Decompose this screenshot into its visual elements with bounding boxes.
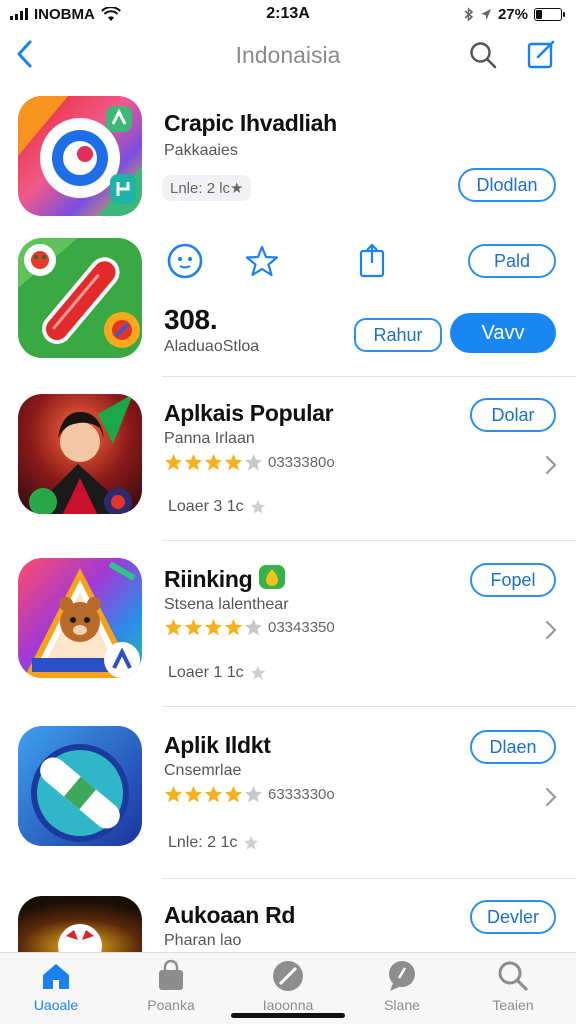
app-title: Aplkais Popular [164,400,334,426]
battery-percent: 27% [497,5,528,23]
app-meta: Lnle: 2 1c [168,834,259,852]
tab-home[interactable]: Uaoale [1,959,111,1013]
bag-icon [159,959,183,990]
app-title: Riinking [164,566,253,592]
app-icon-popular[interactable] [18,394,142,514]
featured-app-chip: Lnle: 2 lc★ [162,175,252,201]
app-meta: Loaer 3 1c [168,498,266,516]
promo-rahur-button[interactable]: Rahur [354,318,442,352]
star-empty-icon [244,785,263,803]
tab-location[interactable]: Slane [347,959,457,1013]
star-icon[interactable] [244,243,280,279]
star-filled-icon [224,453,243,471]
rating-stars: 03343350 [164,618,335,637]
divider [162,376,576,377]
promo-paid-button[interactable]: Pald [468,244,556,278]
star-filled-icon [224,618,243,636]
star-filled-icon [224,785,243,803]
signal-icon [10,8,28,20]
home-indicator [231,1013,345,1018]
nav-bar: Indonaisia [0,30,576,78]
tab-label: Uaoale [33,997,79,1013]
status-bar: INOBMA 2:13A 27% [0,0,576,28]
star-filled-icon [204,785,223,803]
featured-app-subtitle: Pakkaaies [164,142,238,159]
app-icon-ranking[interactable] [18,558,142,678]
app-meta-text: Loaer 3 1c [168,498,244,515]
divider [162,706,576,707]
rating-count: 0333380o [268,454,335,471]
promo-subtitle: AladuaoStloa [164,338,260,355]
featured-get-button[interactable]: Dlodlan [458,168,556,202]
compose-icon[interactable] [526,38,558,70]
promo-price: 308. [164,304,218,335]
tab-label: Poanka [147,997,195,1013]
carrier-label: INOBMA [34,5,95,23]
divider [162,540,576,541]
app-icon-aplik[interactable] [18,726,142,846]
location-icon [389,961,415,991]
compass-icon [273,961,303,991]
app-icon-promo[interactable] [18,238,142,358]
search-icon[interactable] [468,40,498,70]
star-filled-icon [164,618,183,636]
featured-app-title: Crapic Ihvadliah [164,110,337,136]
rating-count: 6333330o [268,786,335,803]
app-get-button[interactable]: Devler [470,900,556,934]
wifi-icon [100,6,121,21]
app-get-button[interactable]: Fopel [470,563,556,597]
tab-label: Iaoonna [262,997,314,1013]
share-icon[interactable] [356,243,388,279]
bluetooth-icon [464,6,474,22]
app-icon-aukoaan[interactable] [18,896,142,952]
drop-badge-icon [259,565,285,589]
star-icon [250,499,265,514]
app-subtitle: Stsena lalenthear [164,596,289,613]
app-subtitle: Pharan lao [164,932,242,949]
app-subtitle: Panna Irlaan [164,430,255,447]
chevron-right-icon[interactable] [544,454,558,476]
tab-bar: Uaoale Poanka Iaoonna Slane Teaien [0,952,576,1024]
status-time: 2:13A [266,5,310,22]
battery-icon [534,7,565,21]
star-empty-icon [244,453,263,471]
star-filled-icon [204,618,223,636]
app-title: Aplik Ildkt [164,732,271,758]
star-icon [250,665,265,680]
home-icon [43,964,69,989]
star-filled-icon [204,453,223,471]
tab-search[interactable]: Teaien [458,959,568,1013]
app-icon-featured[interactable] [18,96,142,216]
chevron-right-icon[interactable] [544,786,558,808]
app-get-button[interactable]: Dolar [470,398,556,432]
divider [162,878,576,879]
star-filled-icon [184,618,203,636]
status-right: 27% [464,5,565,23]
star-icon [244,835,259,850]
rating-stars: 6333330o [164,785,335,804]
app-get-button[interactable]: Dlaen [470,730,556,764]
tab-label: Slane [384,997,420,1013]
app-meta-text: Lnle: 2 1c [168,834,238,851]
app-title: Aukoaan Rd [164,902,296,928]
rating-stars: 0333380o [164,453,335,472]
app-meta-text: Loaer 1 1c [168,664,244,681]
tab-compass[interactable]: Iaoonna [233,959,343,1013]
tab-label: Teaien [492,997,534,1013]
search-icon [498,961,528,991]
smile-icon[interactable] [166,242,204,280]
chevron-right-icon[interactable] [544,619,558,641]
rating-count: 03343350 [268,619,335,636]
app-subtitle: Cnsemrlae [164,762,242,779]
location-arrow-icon [480,8,491,20]
tab-bag[interactable]: Poanka [116,959,226,1013]
star-filled-icon [184,785,203,803]
promo-view-button[interactable]: Vavv [450,313,556,353]
star-empty-icon [244,618,263,636]
star-filled-icon [164,785,183,803]
status-left: INOBMA [10,6,121,23]
app-meta: Loaer 1 1c [168,664,266,682]
star-filled-icon [164,453,183,471]
star-filled-icon [184,453,203,471]
